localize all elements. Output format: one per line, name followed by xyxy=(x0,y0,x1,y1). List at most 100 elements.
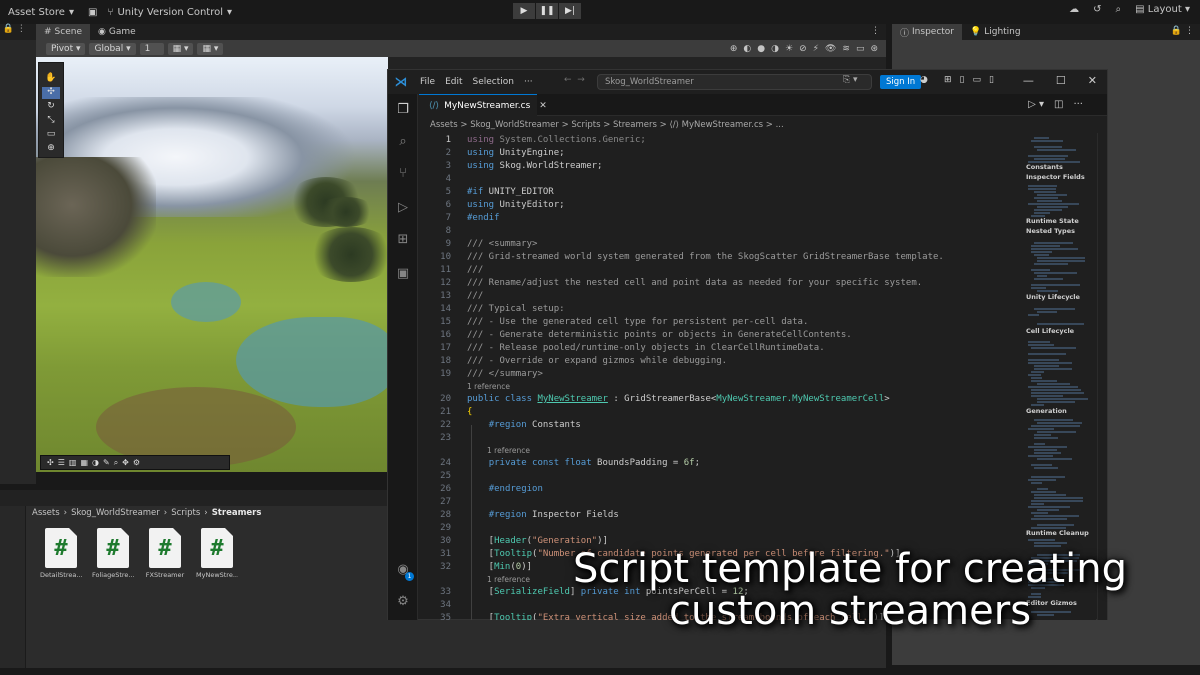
minimap-section-label[interactable]: Nested Types xyxy=(1026,227,1075,235)
minimap-line xyxy=(1034,209,1062,211)
minimap-section-label[interactable]: Runtime Cleanup xyxy=(1026,529,1089,537)
explorer-icon[interactable]: ❐ xyxy=(395,102,411,118)
shade-icon[interactable]: ◑ xyxy=(92,458,99,467)
grid-snap-input[interactable]: 1 xyxy=(139,42,164,55)
nav-arrows[interactable]: ← → xyxy=(564,75,585,85)
extensions-icon[interactable]: ⊞ xyxy=(395,232,411,248)
layers-icon[interactable]: ≋ xyxy=(842,44,850,54)
source-control-icon[interactable]: ⑂ xyxy=(395,166,411,182)
move-tool-icon[interactable]: ✣ xyxy=(42,87,60,99)
crumb-skog[interactable]: Skog_WorldStreamer xyxy=(71,508,160,518)
cloud-icon[interactable]: ☁ xyxy=(1069,4,1079,15)
script-file-fx[interactable]: # FXStreamer xyxy=(144,528,186,579)
audio-mute-icon[interactable]: ⊘ xyxy=(799,44,807,54)
sign-in-button[interactable]: Sign In xyxy=(880,75,922,89)
command-center-search[interactable]: Skog_WorldStreamer xyxy=(597,74,872,90)
zoom-icon[interactable]: ⌕ xyxy=(114,458,118,468)
history-icon[interactable]: ↺ xyxy=(1093,4,1101,15)
paint-icon[interactable]: ▥ xyxy=(69,458,77,467)
list-icon[interactable]: ☰ xyxy=(58,458,65,467)
maximize-icon[interactable]: ☐ xyxy=(1056,74,1066,87)
grid-toggle[interactable]: ▦ ▾ xyxy=(167,42,194,55)
transform-tool-icon[interactable]: ⊕ xyxy=(42,143,60,155)
split-editor-icon[interactable]: ◫ xyxy=(1054,99,1063,110)
crumb-scripts[interactable]: Scripts xyxy=(171,508,200,518)
pan-icon[interactable]: ✥ xyxy=(122,458,129,467)
close-tab-icon[interactable]: ✕ xyxy=(539,101,547,111)
rotate-tool-icon[interactable]: ↻ xyxy=(42,101,60,113)
script-file-mynew[interactable]: # MyNewStre... xyxy=(196,528,238,579)
hierarchy-tab[interactable]: 🔒 ⋮ xyxy=(0,24,36,40)
step-button[interactable]: ▶| xyxy=(559,3,581,19)
minimap-section-label[interactable]: Unity Lifecycle xyxy=(1026,293,1080,301)
search-icon[interactable]: ⌕ xyxy=(1116,4,1122,15)
brush-icon[interactable]: ✎ xyxy=(103,458,110,467)
manage-gear-icon[interactable]: ⚙ xyxy=(395,594,411,610)
search-icon[interactable]: ⌕ xyxy=(395,134,411,150)
pivot-dropdown[interactable]: Pivot ▾ xyxy=(46,42,86,55)
codelens-reference[interactable]: 1 reference xyxy=(467,382,510,391)
tab-inspector[interactable]: ⓘ Inspector xyxy=(892,24,962,40)
more-actions-icon[interactable]: ··· xyxy=(1073,99,1083,110)
grid-icon[interactable]: ▦ xyxy=(80,458,88,467)
lock-icon[interactable]: 🔒 ⋮ xyxy=(1165,24,1200,40)
line-number: 22 xyxy=(440,420,451,430)
effects-icon[interactable]: ⚡ xyxy=(813,44,819,54)
tab-scene[interactable]: # Scene xyxy=(36,24,90,40)
lighting-icon[interactable]: ◑ xyxy=(771,44,779,54)
cloud-box-icon[interactable]: ▣ xyxy=(88,7,97,18)
snap-toggle[interactable]: ▦ ▾ xyxy=(197,42,224,55)
line-number: 31 xyxy=(440,549,451,559)
play-button[interactable]: ▶ xyxy=(513,3,535,19)
close-icon[interactable]: ✕ xyxy=(1088,74,1097,87)
asset-store-menu[interactable]: Asset Store ▾ xyxy=(8,7,74,18)
global-dropdown[interactable]: Global ▾ xyxy=(89,42,136,55)
scene-viewport[interactable] xyxy=(36,57,388,472)
version-control-menu[interactable]: ⑂ Unity Version Control ▾ xyxy=(107,7,232,18)
chat-icon[interactable]: ⎘ ▾ xyxy=(843,75,858,85)
minimize-icon[interactable]: — xyxy=(1023,74,1034,87)
menu-selection[interactable]: Selection xyxy=(473,77,514,87)
menu-more[interactable]: ··· xyxy=(524,77,533,87)
codelens-reference[interactable]: 1 reference xyxy=(487,446,530,455)
tab-lighting[interactable]: 💡 Lighting xyxy=(962,24,1029,40)
run-icon[interactable]: ▷ ▾ xyxy=(1028,99,1044,110)
sphere-icon[interactable]: ● xyxy=(757,44,765,54)
minimap-section-label[interactable]: Constants xyxy=(1026,163,1063,171)
crumb-streamers[interactable]: Streamers xyxy=(212,508,262,518)
camera-icon[interactable]: ▭ xyxy=(856,44,865,54)
settings-icon[interactable]: ⚙ xyxy=(133,458,140,467)
scale-tool-icon[interactable]: ⤡ xyxy=(42,115,60,127)
editor-breadcrumb[interactable]: Assets > Skog_WorldStreamer > Scripts > … xyxy=(430,120,784,130)
menu-edit[interactable]: Edit xyxy=(445,77,462,87)
minimap-section-label[interactable]: Generation xyxy=(1026,407,1067,415)
menu-file[interactable]: File xyxy=(420,77,435,87)
tab-mynewstreamer[interactable]: ⟨/⟩ MyNewStreamer.cs ✕ xyxy=(419,94,547,116)
toggle-secondary-sidebar-icon[interactable]: ▯ xyxy=(989,75,994,85)
minimap-line xyxy=(1028,344,1054,346)
toggle-panel-icon[interactable]: ▭ xyxy=(973,75,982,85)
minimap-section-label[interactable]: Runtime State xyxy=(1026,217,1079,225)
visibility-icon[interactable]: 👁 xyxy=(825,44,836,54)
tab-game[interactable]: ◉ Game xyxy=(90,24,144,40)
globe-icon[interactable]: ⊕ xyxy=(730,44,738,54)
move-icon[interactable]: ✣ xyxy=(47,458,54,467)
script-file-detail[interactable]: # DetailStrea... xyxy=(40,528,82,579)
gizmos-icon[interactable]: ⊛ xyxy=(870,44,878,54)
sun-icon[interactable]: ☀ xyxy=(785,44,793,54)
pause-button[interactable]: ❚❚ xyxy=(536,3,558,19)
layout-menu[interactable]: ▤ Layout ▾ xyxy=(1135,4,1190,15)
rect-tool-icon[interactable]: ▭ xyxy=(42,129,60,141)
minimap-section-label[interactable]: Inspector Fields xyxy=(1026,173,1085,181)
crumb-assets[interactable]: Assets xyxy=(32,508,60,518)
run-debug-icon[interactable]: ▷ xyxy=(395,200,411,216)
shading-icon[interactable]: ◐ xyxy=(743,44,751,54)
more-icon[interactable]: ⋮ xyxy=(865,24,886,40)
copilot-icon[interactable]: ◕ xyxy=(920,75,928,85)
customize-layout-icon[interactable]: ⊞ xyxy=(944,75,952,85)
remote-explorer-icon[interactable]: ▣ xyxy=(395,266,411,282)
hand-tool-icon[interactable]: ✋ xyxy=(42,73,60,85)
minimap-section-label[interactable]: Cell Lifecycle xyxy=(1026,327,1074,335)
script-file-foliage[interactable]: # FoliageStre... xyxy=(92,528,134,579)
toggle-sidebar-icon[interactable]: ▯ xyxy=(960,75,965,85)
